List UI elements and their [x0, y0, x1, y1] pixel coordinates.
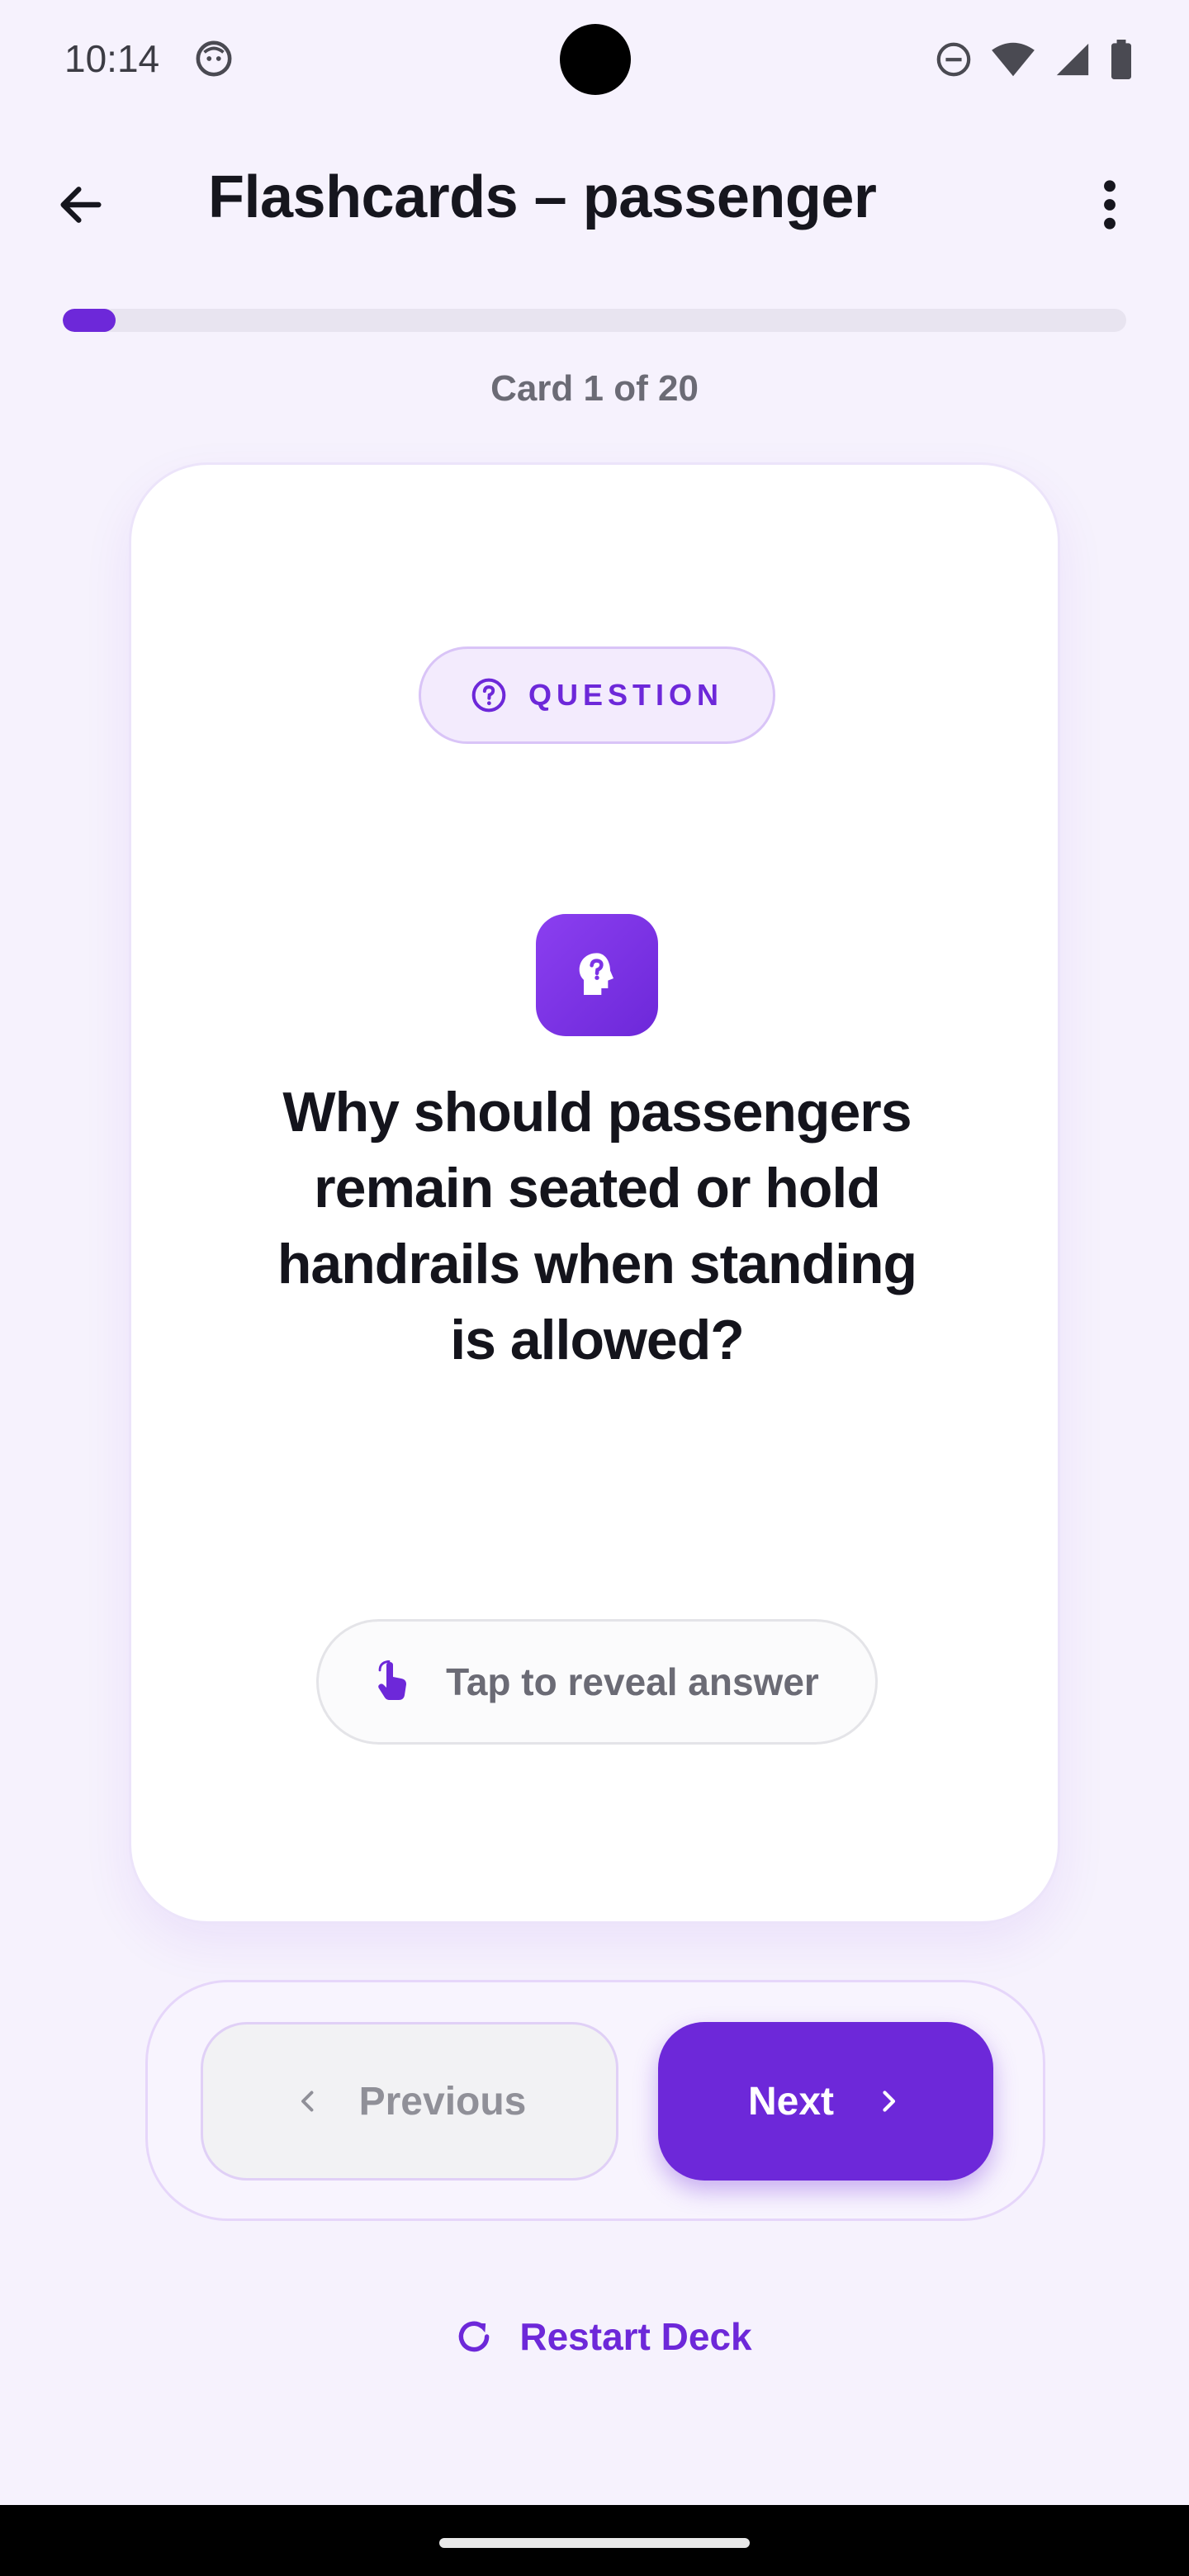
status-bar: 10:14 [0, 0, 1189, 116]
card-counter: Card 1 of 20 [490, 368, 699, 409]
chip-label: QUESTION [528, 678, 723, 712]
app-bar: Flashcards – passenger [0, 140, 1189, 256]
previous-button[interactable]: Previous [201, 2022, 618, 2181]
chevron-left-icon [301, 2091, 314, 2112]
signal-icon [1056, 43, 1089, 76]
status-time: 10:14 [64, 37, 160, 80]
screen: 10:14 Flashcards – passenger Card 1 of 2… [0, 0, 1189, 2576]
reveal-answer-label: Tap to reveal answer [446, 1660, 819, 1703]
flashcard[interactable]: QUESTION Why should passengers remain se… [129, 462, 1060, 1924]
previous-label: Previous [358, 2079, 527, 2124]
restart-deck-button[interactable]: Restart Deck [438, 2304, 768, 2370]
refresh-icon [459, 2321, 490, 2352]
help-circle-icon [471, 678, 506, 713]
chevron-right-icon [883, 2091, 896, 2112]
battery-icon [1111, 40, 1131, 79]
reveal-answer-button[interactable]: Tap to reveal answer [316, 1619, 878, 1745]
arrow-left-icon [60, 187, 102, 223]
wifi-icon [992, 42, 1035, 77]
more-options-button[interactable] [1072, 167, 1148, 243]
dnd-icon [936, 42, 971, 77]
system-navigation-bar [0, 2505, 1189, 2576]
card-navigation: Previous Next [145, 1980, 1045, 2221]
next-label: Next [747, 2079, 835, 2124]
page-title: Flashcards – passenger [208, 164, 877, 230]
next-button[interactable]: Next [658, 2022, 993, 2181]
home-indicator[interactable] [439, 2538, 750, 2548]
android-face-icon [196, 40, 232, 77]
status-icons [935, 40, 1133, 79]
more-vertical-icon [1104, 180, 1116, 230]
progress-bar [63, 309, 1126, 332]
head-question-glyph [579, 953, 613, 995]
head-question-icon [536, 914, 658, 1036]
progress-fill [63, 309, 116, 332]
question-text: Why should passengers remain seated or h… [277, 1081, 917, 1371]
camera-cutout [560, 24, 631, 95]
question-chip: QUESTION [419, 646, 775, 744]
back-button[interactable] [43, 167, 119, 243]
tap-hand-icon [378, 1660, 407, 1700]
restart-deck-label: Restart Deck [519, 2315, 752, 2358]
